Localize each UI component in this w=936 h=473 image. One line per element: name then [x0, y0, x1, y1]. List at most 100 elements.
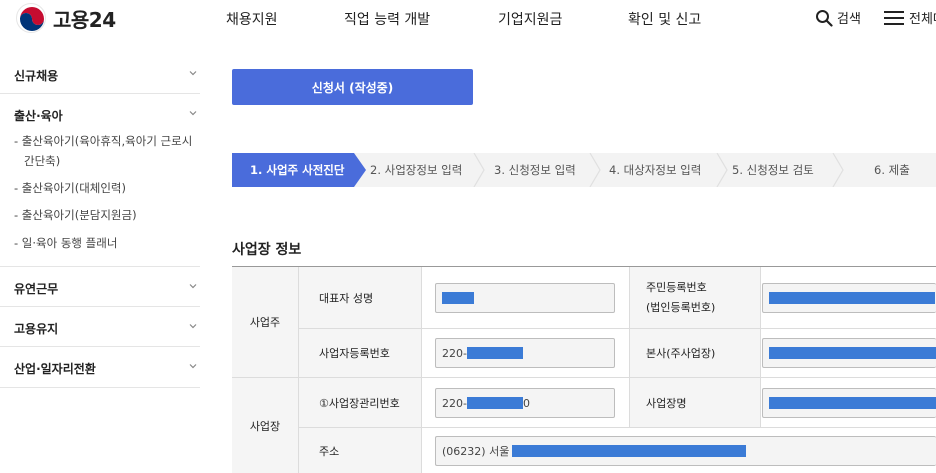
- sidebar-item-industry-job-transition[interactable]: 산업·일자리전환: [14, 360, 200, 377]
- sidebar-divider: [0, 306, 200, 307]
- label-workplace-name: 사업장명: [630, 378, 760, 427]
- section-title: 사업장 정보: [232, 242, 302, 258]
- application-status-button[interactable]: 신청서 (작성중): [232, 69, 473, 105]
- chevron-up-icon: [189, 111, 197, 116]
- step-label-3: 3. 신청정보 입력: [494, 163, 576, 177]
- step-label-4: 4. 대상자정보 입력: [609, 163, 702, 177]
- field-label-sub: (법인등록번호): [646, 300, 716, 314]
- input-value-prefix: 220-: [442, 396, 467, 410]
- redaction-mark: [512, 445, 747, 457]
- sidebar-item-flexible-work[interactable]: 유연근무: [14, 280, 200, 297]
- redaction-mark: [466, 347, 523, 359]
- step-label-5: 5. 신청정보 검토: [732, 163, 814, 177]
- label-hq: 본사(주사업장): [630, 329, 760, 377]
- logo-text: 고용24: [53, 7, 116, 32]
- step-separator-icon: [473, 153, 485, 187]
- row-divider: [299, 427, 936, 428]
- group-label: 사업장: [249, 419, 281, 433]
- subitem-label: - 출산육아기(대체인력): [14, 181, 126, 195]
- col-divider: [298, 267, 299, 473]
- step-separator-icon: [832, 153, 844, 187]
- all-menu-button[interactable]: 전체메뉴: [884, 8, 936, 27]
- field-label: 사업자등록번호: [319, 347, 390, 360]
- label-rrn: 주민등록번호 (법인등록번호): [630, 267, 760, 328]
- taegeuk-logo-icon: [16, 3, 46, 33]
- chevron-down-icon: [189, 364, 197, 369]
- redaction-mark: [769, 292, 935, 304]
- sidebar-subitem-replacement-worker[interactable]: - 출산육아기(대체인력): [14, 178, 200, 198]
- input-value-prefix: (06232) 서울: [442, 445, 510, 458]
- sidebar-item-label: 출산·육아: [14, 109, 63, 123]
- sidebar-divider: [0, 346, 200, 347]
- workplace-no-input[interactable]: 220- 0: [435, 388, 615, 418]
- search-button[interactable]: 검색: [815, 8, 861, 27]
- step-separator-icon: [716, 153, 728, 187]
- nav-vocational-training[interactable]: 직업 능력 개발: [344, 9, 430, 29]
- rep-name-input[interactable]: [435, 283, 615, 313]
- group-header-employer: 사업주: [232, 267, 298, 377]
- chevron-down-icon: [189, 324, 197, 329]
- subitem-label-cont: 간단축): [24, 154, 61, 168]
- sidebar-divider: [0, 387, 200, 388]
- field-label: 주소: [319, 444, 340, 458]
- sidebar-item-label: 신규채용: [14, 69, 59, 83]
- subitem-label: - 출산육아기(분담지원금): [14, 208, 137, 222]
- input-value-suffix: 0: [522, 396, 530, 410]
- progress-steps: 1. 사업주 사전진단 2. 사업장정보 입력 3. 신청정보 입력 4. 대상…: [232, 153, 936, 187]
- workplace-name-input[interactable]: [762, 388, 936, 418]
- field-label: 대표자 성명: [319, 291, 374, 305]
- label-address: 주소: [299, 428, 421, 473]
- subitem-label: - 출산육아기(육아휴직,육아기 근로시: [14, 134, 193, 148]
- top-header: 고용24 채용지원 직업 능력 개발 기업지원금 확인 및 신고 검색 전체메뉴: [0, 0, 936, 40]
- search-label: 검색: [837, 12, 861, 27]
- step-separator-icon: [589, 153, 601, 187]
- field-label: 주민등록번호: [646, 280, 707, 294]
- field-label: 사업장명: [646, 396, 687, 410]
- step-label-1: 1. 사업주 사전진단: [250, 163, 345, 177]
- label-workplace-no: ①사업장관리번호: [299, 378, 421, 427]
- step-label-2: 2. 사업장정보 입력: [370, 163, 463, 177]
- address-input[interactable]: (06232) 서울: [435, 436, 936, 466]
- sidebar-subitem-parental-leave[interactable]: - 출산육아기(육아휴직,육아기 근로시 간단축): [14, 131, 200, 171]
- group-header-workplace: 사업장: [232, 378, 298, 473]
- sidebar-item-childcare[interactable]: 출산·육아: [14, 107, 200, 124]
- sidebar-item-label: 유연근무: [14, 282, 59, 296]
- nav-employer-subsidy[interactable]: 기업지원금: [498, 9, 562, 29]
- sidebar-item-new-hire[interactable]: 신규채용: [14, 67, 200, 84]
- all-menu-label: 전체메뉴: [909, 12, 936, 27]
- site-logo[interactable]: 고용24: [16, 3, 116, 33]
- sidebar-item-employment-retention[interactable]: 고용유지: [14, 320, 200, 337]
- col-divider: [421, 267, 422, 473]
- search-icon: [816, 9, 833, 27]
- sidebar-subitem-shared-subsidy[interactable]: - 출산육아기(분담지원금): [14, 205, 200, 225]
- nav-confirm-report[interactable]: 확인 및 신고: [628, 9, 701, 29]
- sidebar-subitem-work-family-planner[interactable]: - 일·육아 동행 플래너: [14, 233, 200, 253]
- hamburger-icon: [884, 10, 904, 25]
- field-label: ①사업장관리번호: [319, 396, 400, 410]
- col-divider: [760, 267, 761, 427]
- sidebar-divider: [0, 93, 200, 94]
- workplace-info-table: 사업주 사업장 대표자 성명 사업자등록번호 ①사업장관리번호 주소 주민등록번…: [232, 266, 936, 473]
- step-label-6: 6. 제출: [874, 163, 910, 177]
- redaction-mark: [442, 292, 474, 304]
- biz-no-input[interactable]: 220-: [435, 338, 615, 368]
- nav-recruit-support[interactable]: 채용지원: [226, 9, 278, 29]
- redaction-mark: [769, 347, 936, 359]
- input-value-prefix: 220-: [442, 346, 467, 360]
- subitem-label: - 일·육아 동행 플래너: [14, 236, 118, 250]
- redaction-mark: [466, 397, 523, 409]
- rrn-input[interactable]: [762, 283, 936, 313]
- chevron-down-icon: [189, 71, 197, 76]
- row-divider: [232, 377, 936, 378]
- label-rep-name: 대표자 성명: [299, 267, 421, 328]
- hq-input[interactable]: [762, 338, 936, 368]
- sidebar-item-label: 산업·일자리전환: [14, 362, 96, 376]
- chevron-down-icon: [189, 284, 197, 289]
- step-1-active: 1. 사업주 사전진단: [232, 153, 366, 187]
- col-divider: [629, 267, 630, 427]
- sidebar-divider: [0, 266, 200, 267]
- sidebar-item-label: 고용유지: [14, 322, 59, 336]
- field-label: 본사(주사업장): [646, 347, 716, 360]
- group-label: 사업주: [249, 316, 281, 329]
- label-biz-no: 사업자등록번호: [299, 329, 421, 377]
